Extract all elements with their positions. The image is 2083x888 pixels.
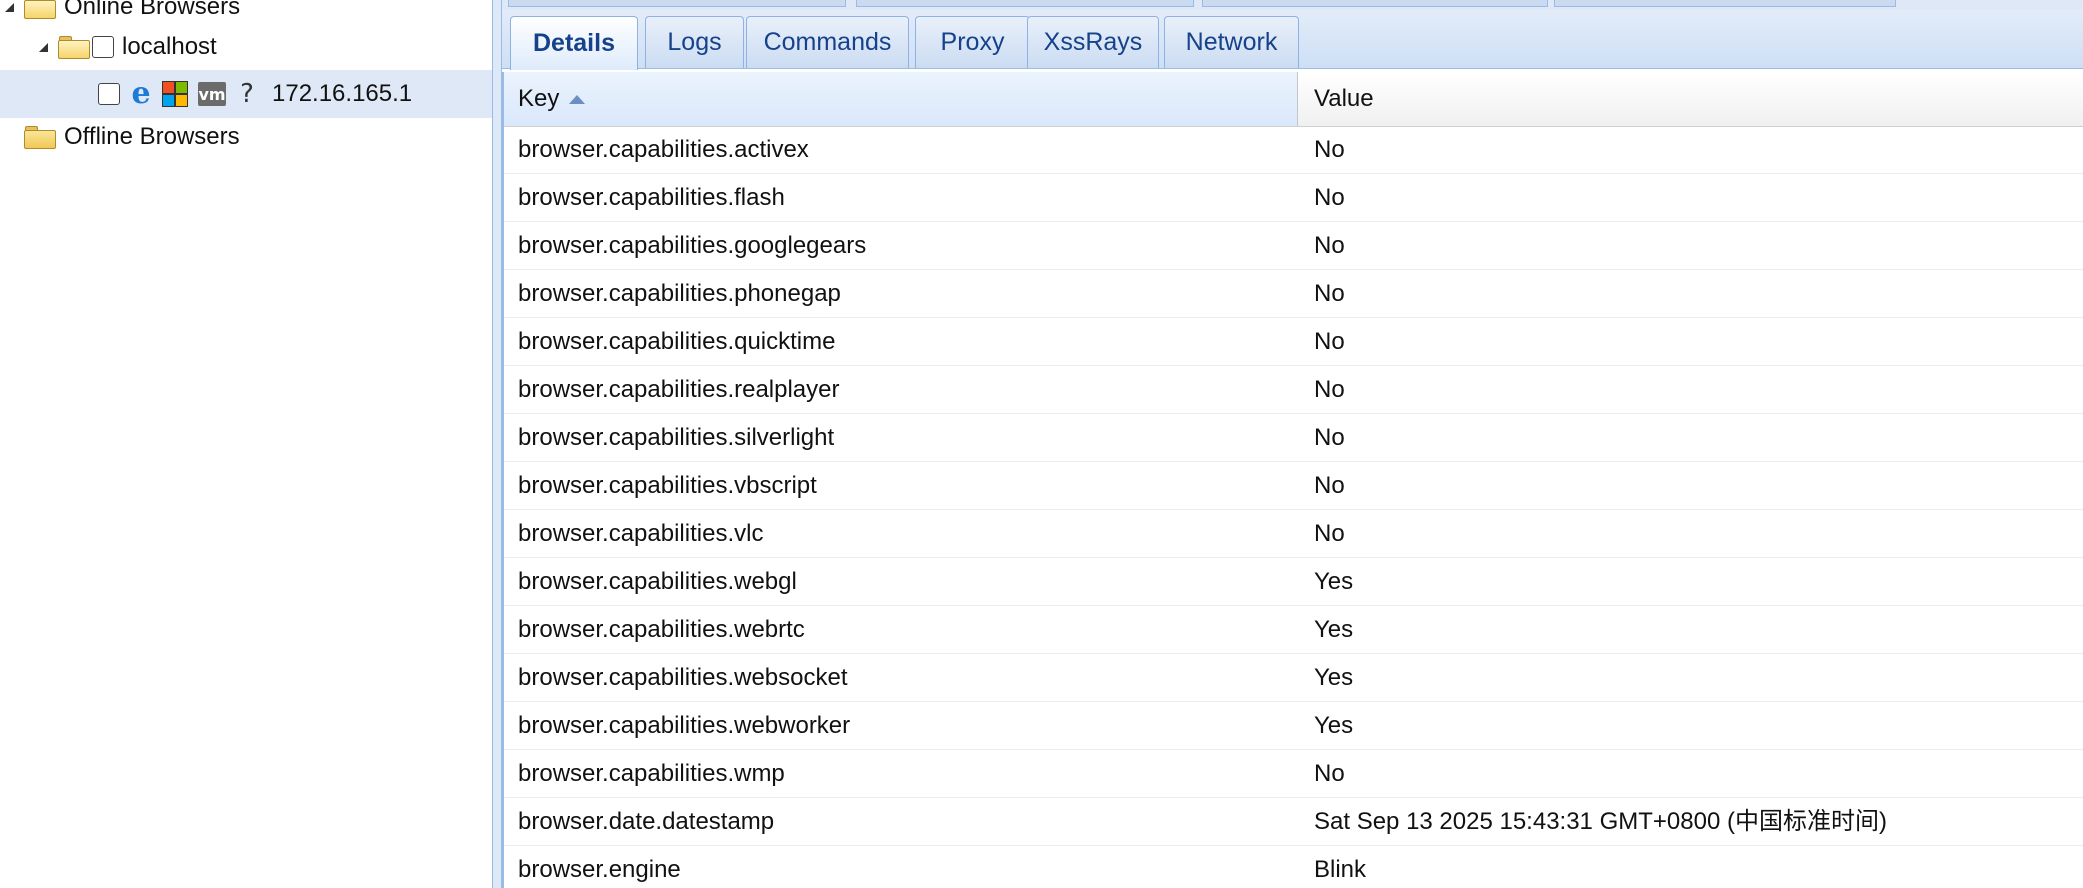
folder-open-icon	[58, 35, 90, 59]
table-row[interactable]: browser.capabilities.realplayer No	[502, 366, 2083, 414]
table-row[interactable]: browser.capabilities.websocket Yes	[502, 654, 2083, 702]
row-value: Sat Sep 13 2025 15:43:31 GMT+0800 (中国标准时…	[1314, 808, 1887, 835]
row-key: browser.capabilities.webworker	[518, 712, 851, 739]
row-key: browser.capabilities.vbscript	[518, 472, 817, 499]
row-value: No	[1314, 520, 1345, 547]
grid-rows: browser.capabilities.activex No browser.c…	[502, 126, 2083, 888]
row-value: No	[1314, 184, 1345, 211]
row-value: Yes	[1314, 664, 1354, 691]
table-row[interactable]: browser.capabilities.webrtc Yes	[502, 606, 2083, 654]
table-row[interactable]: browser.capabilities.silverlight No	[502, 414, 2083, 462]
column-header-value-label: Value	[1314, 85, 1374, 112]
row-key: browser.capabilities.activex	[518, 136, 809, 163]
table-row[interactable]: browser.capabilities.quicktime No	[502, 318, 2083, 366]
row-value: No	[1314, 376, 1345, 403]
row-key: browser.capabilities.flash	[518, 184, 785, 211]
row-key: browser.engine	[518, 856, 681, 883]
tree-node-localhost[interactable]: localhost	[0, 24, 492, 70]
localhost-checkbox[interactable]	[92, 36, 114, 58]
row-value: Yes	[1314, 616, 1354, 643]
collapse-arrow-icon[interactable]	[2, 0, 16, 14]
row-key: browser.capabilities.phonegap	[518, 280, 841, 307]
table-row[interactable]: browser.capabilities.flash No	[502, 174, 2083, 222]
row-value: No	[1314, 472, 1345, 499]
tab-bar: Details Logs Commands Proxy XssRays Netw…	[502, 10, 2083, 70]
grid-border	[502, 72, 504, 888]
table-row[interactable]: browser.capabilities.activex No	[502, 126, 2083, 174]
tab-logs[interactable]: Logs	[645, 16, 744, 68]
grid-header: Key Value	[502, 72, 2083, 127]
column-header-key[interactable]: Key	[502, 72, 1298, 126]
windows-icon	[162, 81, 188, 107]
internet-explorer-icon: e	[131, 76, 151, 111]
row-key: browser.date.datestamp	[518, 808, 775, 835]
table-row[interactable]: browser.capabilities.phonegap No	[502, 270, 2083, 318]
table-row[interactable]: browser.capabilities.googlegears No	[502, 222, 2083, 270]
browser-checkbox[interactable]	[98, 83, 120, 105]
row-value: Yes	[1314, 568, 1354, 595]
table-row[interactable]: browser.capabilities.webworker Yes	[502, 702, 2083, 750]
column-header-key-label: Key	[518, 85, 560, 112]
row-key: browser.capabilities.webrtc	[518, 616, 805, 643]
row-value: No	[1314, 136, 1345, 163]
row-value: No	[1314, 760, 1345, 787]
details-grid: Key Value browser.capabilities.activex No…	[502, 72, 2083, 888]
tab-commands[interactable]: Commands	[746, 16, 909, 68]
row-key: browser.capabilities.vlc	[518, 520, 764, 547]
row-key: browser.capabilities.wmp	[518, 760, 785, 787]
tree-node-label: localhost	[122, 33, 217, 60]
beef-ui: Online Browsers localhost e vm ? 172.16.…	[0, 0, 2083, 888]
row-value: Blink	[1314, 856, 1367, 883]
row-key: browser.capabilities.quicktime	[518, 328, 836, 355]
column-header-value[interactable]: Value	[1298, 72, 2083, 126]
table-row[interactable]: browser.capabilities.wmp No	[502, 750, 2083, 798]
row-value: No	[1314, 280, 1345, 307]
row-key: browser.capabilities.websocket	[518, 664, 848, 691]
row-value: No	[1314, 328, 1345, 355]
tree-node-label: Offline Browsers	[64, 123, 240, 150]
table-row[interactable]: browser.engine Blink	[502, 846, 2083, 888]
row-key: browser.capabilities.realplayer	[518, 376, 840, 403]
table-row[interactable]: browser.capabilities.vlc No	[502, 510, 2083, 558]
row-value: No	[1314, 424, 1345, 451]
collapse-arrow-icon[interactable]	[36, 40, 50, 54]
row-value: Yes	[1314, 712, 1354, 739]
tree-node-browser-172-16-165-1[interactable]: e vm ? 172.16.165.1	[0, 70, 492, 118]
folder-icon	[24, 125, 56, 149]
row-key: browser.capabilities.webgl	[518, 568, 797, 595]
tab-xssrays[interactable]: XssRays	[1027, 16, 1159, 68]
tab-network[interactable]: Network	[1164, 16, 1299, 68]
panel-splitter[interactable]	[492, 0, 502, 888]
question-icon: ?	[240, 79, 254, 109]
sort-ascending-icon	[569, 94, 586, 104]
row-value: No	[1314, 232, 1345, 259]
tree-node-offline-browsers[interactable]: Offline Browsers	[0, 114, 492, 160]
browser-tree: Online Browsers localhost e vm ? 172.16.…	[0, 0, 492, 888]
folder-open-icon	[24, 0, 56, 19]
table-row[interactable]: browser.date.datestamp Sat Sep 13 2025 15…	[502, 798, 2083, 846]
details-panel: Details Logs Commands Proxy XssRays Netw…	[502, 0, 2083, 888]
row-key: browser.capabilities.googlegears	[518, 232, 867, 259]
tree-node-label: Online Browsers	[64, 0, 241, 20]
table-row[interactable]: browser.capabilities.vbscript No	[502, 462, 2083, 510]
tab-details[interactable]: Details	[510, 16, 638, 70]
tree-node-label: 172.16.165.1	[272, 80, 413, 107]
tab-proxy[interactable]: Proxy	[915, 16, 1030, 68]
row-key: browser.capabilities.silverlight	[518, 424, 835, 451]
vmware-icon: vm	[198, 82, 226, 106]
table-row[interactable]: browser.capabilities.webgl Yes	[502, 558, 2083, 606]
